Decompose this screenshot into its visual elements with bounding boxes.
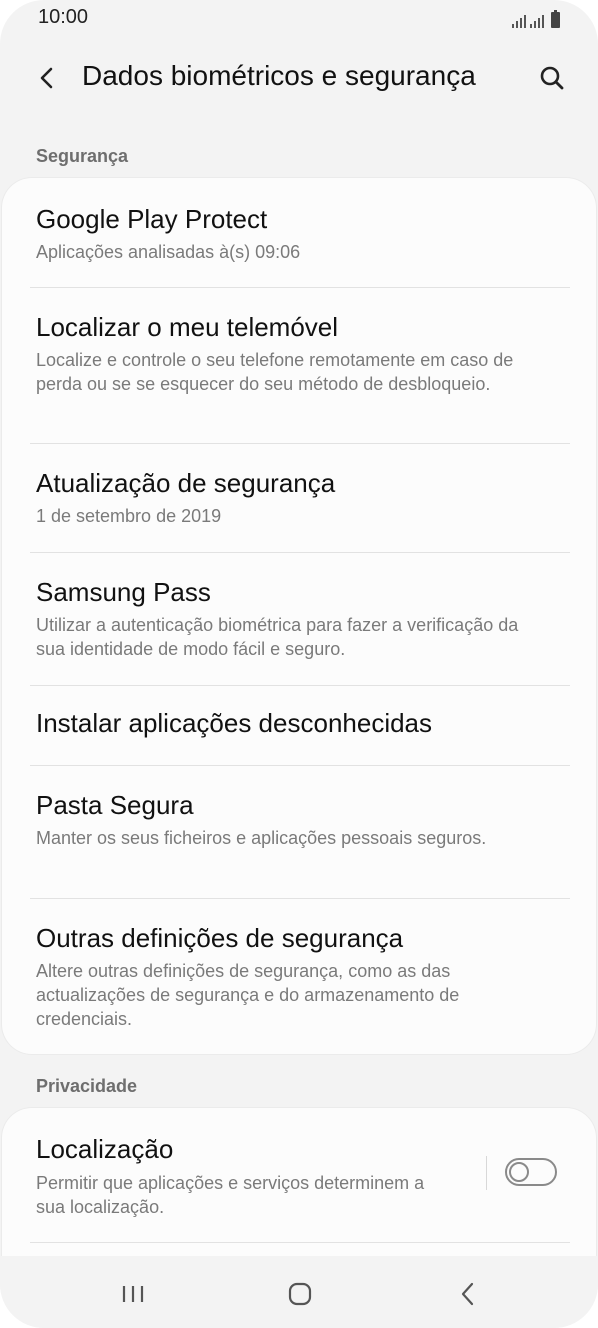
recent-apps-button[interactable] bbox=[111, 1274, 155, 1314]
item-title: Atualização de segurança bbox=[36, 468, 336, 498]
item-subtitle: Manter os seus ficheiros e aplicações pe… bbox=[36, 828, 487, 848]
search-button[interactable] bbox=[532, 58, 572, 98]
list-item-install-unknown-apps[interactable]: Instalar aplicações desconhecidas bbox=[2, 686, 596, 765]
phone-screen: 10:00 Dados biométricos e segurança Segu… bbox=[0, 0, 598, 1328]
divider bbox=[30, 1242, 570, 1243]
home-icon bbox=[288, 1282, 312, 1306]
item-subtitle: Localize e controle o seu telefone remot… bbox=[36, 350, 514, 394]
back-button[interactable] bbox=[26, 58, 66, 98]
item-title: Google Play Protect bbox=[36, 204, 268, 234]
recent-apps-icon bbox=[122, 1286, 144, 1302]
list-item-secure-folder[interactable]: Pasta Segura Manter os seus ficheiros e … bbox=[2, 766, 596, 898]
search-icon bbox=[540, 66, 564, 90]
item-title: Samsung Pass bbox=[36, 577, 211, 607]
item-title: Localizar o meu telemóvel bbox=[36, 312, 339, 342]
status-icons bbox=[512, 8, 560, 28]
item-title: Outras definições de segurança bbox=[36, 923, 404, 953]
section-header-seguranca: Segurança bbox=[36, 146, 129, 166]
item-title: Pasta Segura bbox=[36, 790, 194, 820]
nav-back-button[interactable] bbox=[446, 1274, 490, 1314]
security-card: Google Play Protect Aplicações analisada… bbox=[2, 178, 596, 1054]
item-subtitle: Aplicações analisadas à(s) 09:06 bbox=[36, 242, 301, 262]
home-button[interactable] bbox=[278, 1274, 322, 1314]
section-header-privacidade: Privacidade bbox=[36, 1076, 138, 1096]
battery-icon bbox=[551, 10, 560, 28]
chevron-left-icon bbox=[40, 67, 53, 89]
list-item-find-my-mobile[interactable]: Localizar o meu telemóvel Localize e con… bbox=[2, 288, 596, 444]
signal-icon bbox=[530, 14, 544, 28]
item-subtitle: Permitir que aplicações e serviços deter… bbox=[36, 1173, 425, 1217]
navigation-bar bbox=[0, 1256, 598, 1328]
list-item-samsung-pass[interactable]: Samsung Pass Utilizar a autenticação bio… bbox=[2, 553, 596, 686]
toggle-knob bbox=[509, 1162, 529, 1182]
app-header: Dados biométricos e segurança bbox=[0, 50, 598, 106]
item-subtitle: Altere outras definições de segurança, c… bbox=[36, 961, 460, 1029]
item-subtitle: Utilizar a autenticação biométrica para … bbox=[36, 615, 519, 659]
back-icon bbox=[461, 1282, 474, 1306]
toggle-separator bbox=[486, 1156, 487, 1190]
item-subtitle: 1 de setembro de 2019 bbox=[36, 506, 222, 526]
status-time: 10:00 bbox=[38, 6, 89, 28]
list-item-google-play-protect[interactable]: Google Play Protect Aplicações analisada… bbox=[2, 178, 596, 288]
item-title: Instalar aplicações desconhecidas bbox=[36, 708, 433, 738]
signal-icon bbox=[512, 14, 526, 28]
list-item-other-security-settings[interactable]: Outras definições de segurança Altere ou… bbox=[2, 899, 596, 1054]
status-bar: 10:00 bbox=[0, 0, 598, 38]
location-toggle[interactable] bbox=[505, 1158, 557, 1186]
page-title: Dados biométricos e segurança bbox=[82, 60, 476, 91]
list-item-location[interactable]: Localização Permitir que aplicações e se… bbox=[2, 1108, 596, 1242]
item-title: Localização bbox=[36, 1134, 174, 1164]
list-item-security-update[interactable]: Atualização de segurança 1 de setembro d… bbox=[2, 444, 596, 552]
